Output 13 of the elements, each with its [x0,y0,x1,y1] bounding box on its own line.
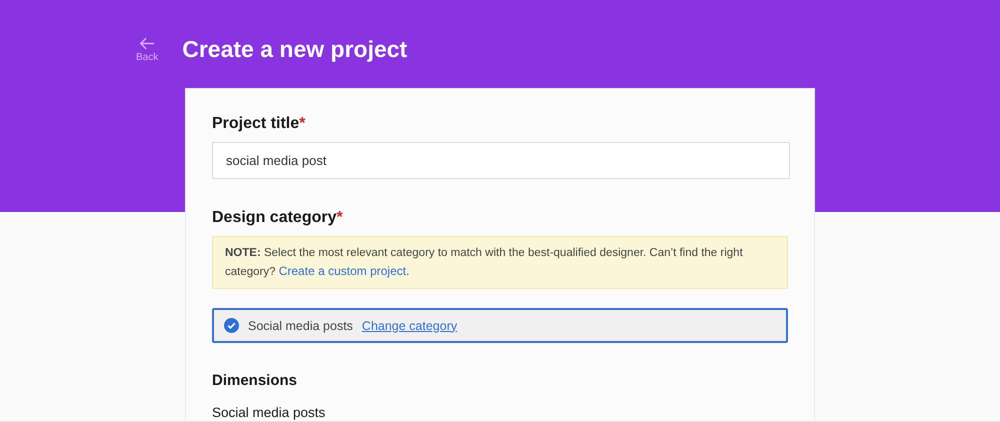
page-title: Create a new project [182,36,408,63]
category-name: Social media posts [248,318,353,332]
selected-category[interactable]: Social media posts Change category [212,308,788,343]
change-category-link[interactable]: Change category [362,318,458,332]
section-heading: Dimensions [212,372,298,389]
field-label: Design category* [212,209,344,227]
back-arrow-icon [139,36,156,50]
section-subheading: Social media posts [212,405,326,420]
project-title-input[interactable]: social media post [212,142,790,179]
note-text: NOTE: Select the most relevant category to match with the best-qualified designer. Can’t find the right category? Create a custom project. [225,246,744,280]
field-label: Project title* [212,115,306,133]
custom-project-link[interactable]: Create a custom project [278,264,406,278]
back-button[interactable]: Back [136,36,158,62]
